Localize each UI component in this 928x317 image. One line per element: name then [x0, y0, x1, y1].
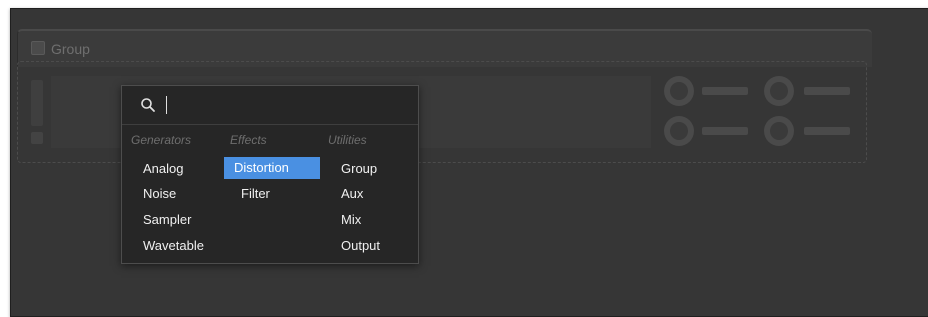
menu-item-noise[interactable]: Noise: [143, 183, 176, 205]
side-toggle[interactable]: [31, 132, 43, 144]
menu-item-analog[interactable]: Analog: [143, 158, 183, 180]
menu-item-aux[interactable]: Aux: [341, 183, 363, 205]
knob-3-bar: [702, 127, 748, 135]
column-header-effects: Effects: [230, 133, 267, 147]
menu-item-distortion[interactable]: Distortion: [224, 157, 320, 179]
menu-item-wavetable[interactable]: Wavetable: [143, 235, 204, 257]
knob-3[interactable]: [664, 116, 694, 146]
knob-4[interactable]: [764, 116, 794, 146]
group-enable-checkbox[interactable]: [31, 41, 45, 55]
knob-4-bar: [804, 127, 850, 135]
module-browser-popup: Generators Effects Utilities Analog Nois…: [121, 85, 419, 264]
knob-1-bar: [702, 87, 748, 95]
group-title: Group: [51, 41, 90, 57]
knob-1[interactable]: [664, 76, 694, 106]
knob-2[interactable]: [764, 76, 794, 106]
menu-item-group[interactable]: Group: [341, 158, 377, 180]
search-icon: [141, 98, 155, 112]
menu-item-filter[interactable]: Filter: [241, 183, 270, 205]
search-input[interactable]: [162, 94, 402, 116]
menu-item-mix[interactable]: Mix: [341, 209, 361, 231]
column-header-utilities: Utilities: [328, 133, 367, 147]
menu-item-output[interactable]: Output: [341, 235, 380, 257]
level-slider[interactable]: [31, 80, 43, 126]
search-row: [122, 86, 418, 125]
knob-2-bar: [804, 87, 850, 95]
menu-item-sampler[interactable]: Sampler: [143, 209, 191, 231]
text-caret: [166, 96, 167, 114]
column-header-generators: Generators: [131, 133, 192, 147]
